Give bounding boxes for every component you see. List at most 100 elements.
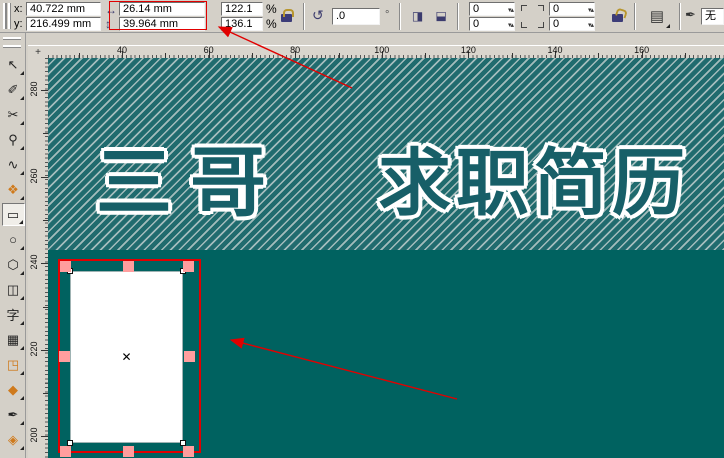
separator: [303, 3, 305, 30]
table-tool[interactable]: ▦: [2, 328, 25, 351]
curve-icon: ∿: [7, 156, 19, 172]
cursor-arrow-icon: ↖: [7, 56, 19, 72]
mirror-vertical-button[interactable]: ◨: [431, 8, 452, 26]
mirror-horizontal-icon: ◨: [411, 9, 424, 23]
zoom-tool[interactable]: ⚲: [2, 128, 25, 151]
fill-color-tool[interactable]: ◈: [2, 428, 25, 451]
spinner-arrows-icon[interactable]: ▾▴: [588, 5, 594, 17]
ruler-tick: [41, 176, 48, 178]
pick-tool[interactable]: ↖: [2, 53, 25, 76]
mirror-horizontal-button[interactable]: ◨: [407, 8, 428, 26]
rectangle-tool[interactable]: ▭: [1, 203, 25, 226]
headline-name-text[interactable]: 三哥: [96, 121, 284, 231]
selection-handle[interactable]: [123, 446, 134, 457]
selection-highlight-box: [58, 259, 201, 457]
ruler-label: 200: [29, 427, 39, 443]
scale-x-field[interactable]: 122.1: [221, 2, 263, 16]
separator: [634, 3, 636, 30]
magnifier-icon: ⚲: [8, 131, 18, 147]
object-width-icon: ↔: [105, 3, 117, 17]
ruler-label: 220: [29, 341, 39, 357]
outline-pen-icon: ✒: [7, 406, 19, 422]
separator: [457, 3, 459, 30]
ruler-label: 260: [29, 168, 39, 184]
ruler-label: 40: [116, 45, 128, 55]
selection-handle[interactable]: [183, 261, 194, 272]
ruler-origin[interactable]: +: [28, 45, 48, 58]
text-tool[interactable]: 字: [2, 303, 25, 326]
toolbox-items: ↖ ✐ ✂ ⚲ ∿ ❖ ▭ ○ ⬡ ◫ 字 ▦ ◳ ◆ ✒ ◈: [0, 51, 26, 453]
spinner-arrows-icon[interactable]: ▾▴: [588, 20, 594, 32]
ruler-label: 240: [29, 254, 39, 270]
object-height-icon: ↕: [105, 17, 111, 31]
wrap-text-icon: ▤: [649, 8, 665, 25]
fill-tool[interactable]: ◆: [2, 378, 25, 401]
selection-handle[interactable]: [184, 351, 195, 362]
freehand-tool[interactable]: ∿: [2, 153, 25, 176]
wrap-text-button[interactable]: ▤: [643, 5, 671, 29]
y-label: y:: [14, 18, 23, 30]
flyout-arrow-icon: [666, 24, 670, 28]
object-width-field[interactable]: 26.14 mm: [119, 2, 205, 16]
vertical-ruler[interactable]: 280 260 240 220 200: [28, 58, 48, 458]
ellipse-tool[interactable]: ○: [2, 228, 25, 251]
ruler-label: 80: [290, 45, 301, 55]
node-edit-icon: ✐: [7, 81, 19, 97]
outline-width-dropdown[interactable]: 无: [701, 8, 724, 25]
shape-tool[interactable]: ✐: [2, 78, 25, 101]
selection-handle[interactable]: [60, 261, 71, 272]
scale-lock-icon[interactable]: [281, 9, 294, 22]
ruler-label: 140: [547, 45, 563, 55]
separator: [679, 3, 681, 30]
corner-radius-bottom-right-field[interactable]: 0 ▾▴: [549, 17, 595, 31]
rectangle-icon: ▭: [6, 206, 20, 222]
rotate-icon: ↺: [312, 7, 324, 23]
crop-tool[interactable]: ✂: [2, 103, 25, 126]
polygon-icon: ⬡: [7, 256, 19, 272]
corner-radius-top-left-field[interactable]: 0 ▾▴: [469, 2, 515, 16]
ruler-tick: [41, 436, 48, 438]
y-position-field[interactable]: 216.499 mm: [26, 17, 101, 31]
ruler-label: 100: [374, 45, 390, 55]
separator: [399, 3, 401, 30]
x-label: x:: [14, 3, 23, 15]
ruler-label: 160: [634, 45, 650, 55]
corner-brackets-icon: [521, 5, 544, 28]
fill-color-icon: ◈: [8, 431, 18, 447]
scale-y-field[interactable]: 136.1: [221, 17, 263, 31]
object-height-field[interactable]: 39.964 mm: [119, 17, 205, 31]
spinner-arrows-icon[interactable]: ▾▴: [508, 5, 514, 17]
interactive-blend-tool[interactable]: ◳: [2, 353, 25, 376]
blend-icon: ◳: [6, 356, 20, 372]
selection-handle[interactable]: [123, 261, 134, 272]
horizontal-ruler[interactable]: 40 60 80 100 120 140 160: [48, 45, 724, 58]
drawing-canvas[interactable]: 三哥 求职简历 ✕: [48, 58, 724, 458]
basic-shapes-icon: ◫: [6, 281, 20, 297]
corner-radius-top-right-field[interactable]: 0 ▾▴: [549, 2, 595, 16]
ruler-label: 280: [29, 81, 39, 97]
x-position-field[interactable]: 40.722 mm: [26, 2, 101, 16]
selection-handle[interactable]: [59, 351, 70, 362]
ruler-tick: [41, 90, 48, 91]
outline-pen-tool[interactable]: ✒: [2, 403, 25, 426]
toolbox-grip[interactable]: [3, 37, 21, 45]
mirror-vertical-icon: ◨: [435, 10, 449, 23]
smart-fill-tool[interactable]: ❖: [2, 178, 25, 201]
toolbar-grip[interactable]: [3, 3, 10, 29]
toolbox: ↖ ✐ ✂ ⚲ ∿ ❖ ▭ ○ ⬡ ◫ 字 ▦ ◳ ◆ ✒ ◈: [0, 33, 26, 458]
spinner-arrows-icon[interactable]: ▾▴: [508, 20, 514, 32]
ruler-label: 120: [460, 45, 476, 55]
selection-handle[interactable]: [60, 446, 71, 457]
headline-title-text[interactable]: 求职简历: [378, 124, 690, 230]
polygon-tool[interactable]: ⬡: [2, 253, 25, 276]
percent-sign: %: [266, 17, 277, 31]
corner-radius-bottom-left-field[interactable]: 0 ▾▴: [469, 17, 515, 31]
percent-sign: %: [266, 2, 277, 16]
rotation-field[interactable]: .0: [332, 8, 380, 25]
degree-sign: °: [385, 9, 390, 21]
text-icon: 字: [6, 308, 20, 323]
basic-shapes-tool[interactable]: ◫: [2, 278, 25, 301]
corner-lock-icon[interactable]: [612, 14, 623, 22]
selection-handle[interactable]: [183, 446, 194, 457]
paint-bucket-icon: ◆: [8, 381, 18, 397]
